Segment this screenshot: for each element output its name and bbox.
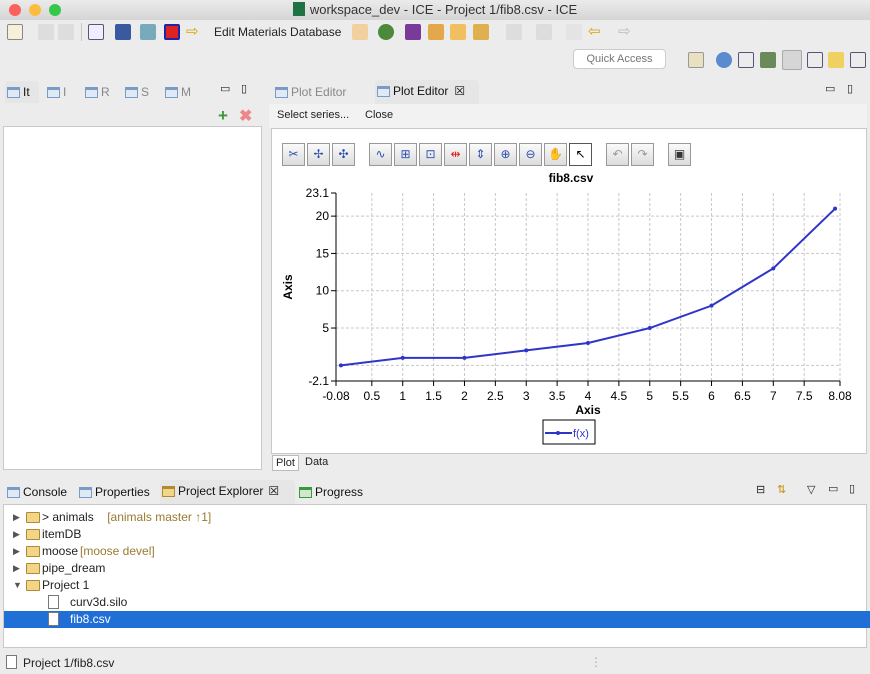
tree-item-label: fib8.csv — [70, 612, 111, 626]
data-point — [647, 326, 652, 331]
y-tick-label: -2.1 — [308, 374, 329, 388]
legend-label: f(x) — [573, 428, 589, 440]
data-point — [462, 355, 467, 360]
x-tick-label: 7.5 — [796, 389, 813, 403]
expand-arrow-icon[interactable]: ▶ — [13, 526, 20, 543]
legend-marker — [556, 431, 560, 435]
project-folder-icon — [26, 563, 40, 574]
tree-item-label: Project 1 — [42, 578, 90, 592]
tree-item[interactable]: ▶ > animals [animals master ↑1] — [4, 509, 870, 526]
tab-project-explorer[interactable]: Project Explorer ☒ — [160, 480, 295, 504]
project-tree: ▶ > animals [animals master ↑1] ▶ itemDB ▶ moo… — [3, 504, 870, 648]
x-tick-label: 5.5 — [672, 389, 689, 403]
x-tick-label: 1 — [399, 389, 406, 403]
file-icon — [48, 595, 59, 609]
x-tick-label: 1.5 — [425, 389, 442, 403]
y-tick-label: 15 — [316, 246, 330, 260]
tree-item[interactable]: ▶ pipe_dream — [4, 560, 870, 577]
x-tick-label: 8.08 — [828, 389, 852, 403]
x-axis-label: Axis — [575, 403, 601, 417]
x-tick-label: 3 — [523, 389, 530, 403]
expand-arrow-icon[interactable]: ▶ — [13, 543, 20, 560]
y-tick-label: 20 — [316, 209, 330, 223]
x-tick-label: 6.5 — [734, 389, 751, 403]
data-point — [338, 363, 343, 368]
tree-item[interactable]: ▶ moose [moose devel] — [4, 543, 870, 560]
y-tick-label: 23.1 — [306, 186, 330, 200]
tree-item-label: moose — [42, 544, 79, 558]
project-folder-icon — [26, 512, 40, 523]
data-point — [586, 340, 590, 345]
expand-arrow-icon[interactable]: ▶ — [13, 509, 20, 526]
close-tab-icon[interactable]: ☒ — [268, 484, 279, 498]
collapse-all-icon[interactable]: ⊟ — [756, 483, 765, 496]
minimize-icon[interactable]: ▭ — [828, 482, 838, 495]
tab-progress[interactable]: Progress — [297, 481, 363, 503]
y-tick-label: 10 — [316, 284, 330, 298]
data-point — [771, 266, 776, 271]
x-tick-label: 5 — [646, 389, 653, 403]
plot-area — [336, 193, 840, 381]
tree-item[interactable]: curv3d.silo — [4, 594, 870, 611]
maximize-icon[interactable]: ▯ — [849, 482, 855, 495]
tree-item[interactable]: fib8.csv — [4, 611, 870, 628]
tree-item-label: > animals — [42, 510, 94, 524]
x-tick-label: 3.5 — [549, 389, 566, 403]
chart-title: fib8.csv — [549, 171, 594, 185]
tree-item-decoration: [animals master ↑1] — [107, 510, 212, 524]
project-folder-icon — [26, 546, 40, 557]
tree-item[interactable]: ▼ Project 1 — [4, 577, 870, 594]
x-tick-label: 4.5 — [611, 389, 628, 403]
tree-item-decoration: [moose devel] — [80, 544, 155, 558]
tree-item-label: curv3d.silo — [70, 595, 128, 609]
line-chart: -0.08 0.5 1 1.5 2 2.5 3 3.5 4 4.5 5 5.5 6 6.5 7 7.5 8.08… — [281, 171, 852, 445]
tab-plot[interactable]: Plot — [272, 455, 299, 471]
tab-console[interactable]: Console — [5, 481, 67, 503]
tree-item-label: pipe_dream — [42, 561, 106, 575]
tree-item-label: itemDB — [42, 527, 82, 541]
x-tick-label: 4 — [585, 389, 592, 403]
project-folder-icon — [26, 580, 40, 591]
view-menu-icon[interactable]: ▽ — [807, 483, 815, 496]
tab-properties[interactable]: Properties — [77, 481, 150, 503]
collapse-arrow-icon[interactable]: ▼ — [13, 577, 22, 594]
data-point — [833, 206, 838, 211]
project-folder-icon — [26, 529, 40, 540]
y-tick-label: 5 — [322, 321, 329, 335]
x-tick-label: 2 — [461, 389, 468, 403]
expand-arrow-icon[interactable]: ▶ — [13, 560, 20, 577]
y-axis-label: Axis — [281, 274, 295, 300]
link-with-editor-icon[interactable]: ⇅ — [777, 483, 786, 496]
x-tick-label: 0.5 — [363, 389, 380, 403]
file-icon — [6, 655, 17, 669]
bottom-view-stack: Console Properties Project Explorer ☒ Pro… — [3, 480, 870, 648]
x-tick-label: 6 — [708, 389, 715, 403]
x-tick-label: 7 — [770, 389, 777, 403]
tab-data[interactable]: Data — [302, 455, 331, 471]
data-point — [524, 348, 529, 353]
status-bar: Project 1/fib8.csv ⋮ — [0, 652, 870, 674]
status-text: Project 1/fib8.csv — [23, 656, 115, 670]
x-tick-label: 2.5 — [487, 389, 504, 403]
data-point — [400, 355, 405, 360]
file-icon — [48, 612, 59, 626]
tree-item[interactable]: ▶ itemDB — [4, 526, 870, 543]
data-point — [709, 303, 714, 308]
x-tick-label: -0.08 — [322, 389, 350, 403]
